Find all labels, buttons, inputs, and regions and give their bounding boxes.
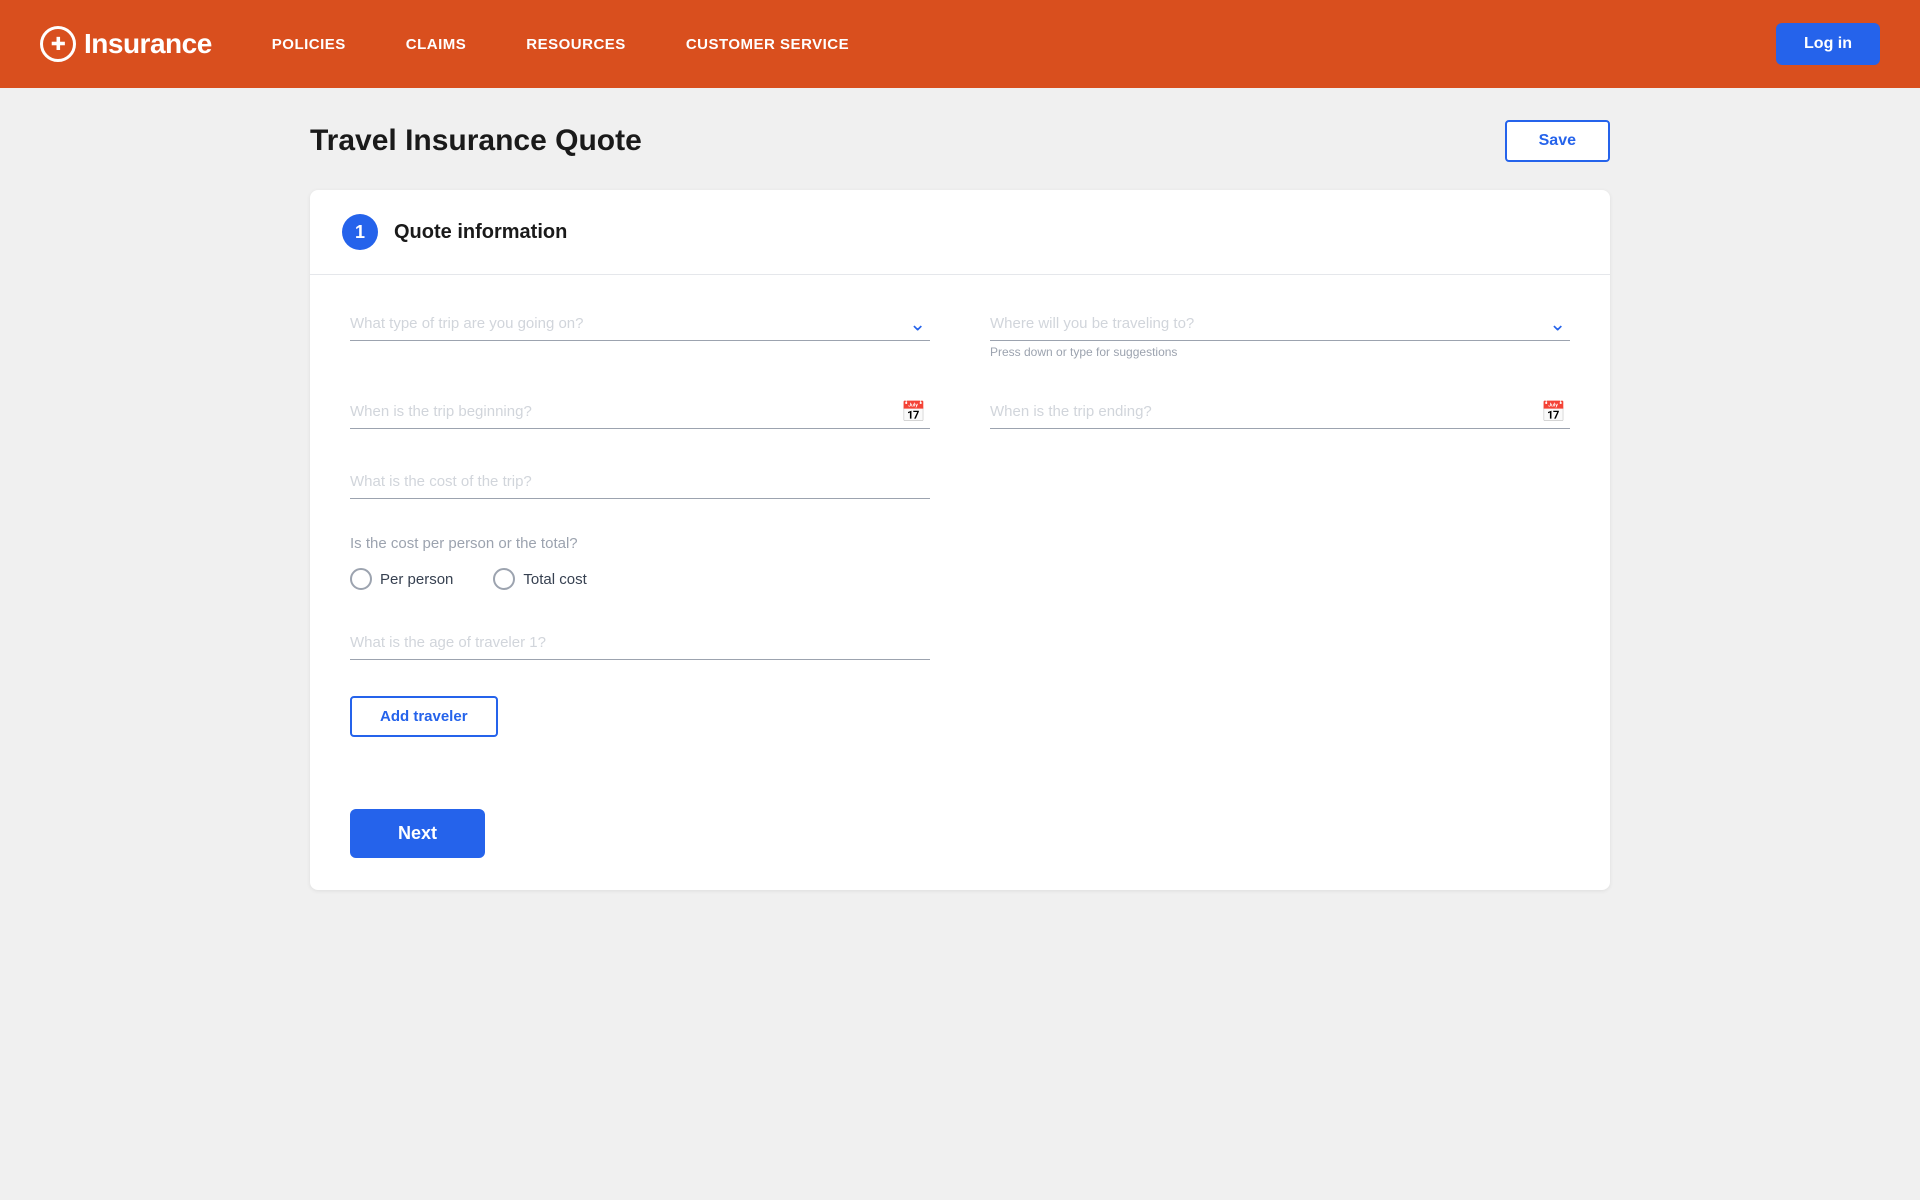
save-button[interactable]: Save [1505, 120, 1610, 162]
destination-hint: Press down or type for suggestions [990, 345, 1570, 359]
trip-start-wrapper: 📅 [350, 395, 930, 429]
logo-text: Insurance [84, 28, 212, 60]
logo[interactable]: ✚ Insurance [40, 26, 212, 62]
page-title: Travel Insurance Quote [310, 124, 642, 158]
login-button[interactable]: Log in [1776, 23, 1880, 65]
page-content: Travel Insurance Quote Save 1 Quote info… [270, 88, 1650, 922]
add-traveler-section: Add traveler [350, 696, 1570, 777]
destination-input[interactable] [990, 307, 1570, 341]
logo-icon: ✚ [40, 26, 76, 62]
destination-group: ⌄ Press down or type for suggestions [990, 307, 1570, 359]
radio-total-cost-circle [493, 568, 515, 590]
card-body: ⌄ ⌄ Press down or type for suggestions [310, 275, 1610, 890]
nav-policies[interactable]: POLICIES [272, 36, 346, 53]
card-header: 1 Quote information [310, 190, 1610, 275]
nav-claims[interactable]: CLAIMS [406, 36, 467, 53]
cost-type-group: Is the cost per person or the total? Per… [350, 535, 1570, 590]
destination-wrapper: ⌄ [990, 307, 1570, 341]
trip-cost-group [350, 465, 930, 499]
next-section: Next [350, 809, 1570, 858]
form-row-2: 📅 📅 [350, 395, 1570, 429]
trip-type-wrapper: ⌄ [350, 307, 930, 341]
quote-card: 1 Quote information ⌄ ⌄ Press down or [310, 190, 1610, 890]
trip-start-group: 📅 [350, 395, 930, 429]
radio-options: Per person Total cost [350, 568, 1570, 590]
radio-per-person-circle [350, 568, 372, 590]
trip-end-input[interactable] [990, 395, 1570, 429]
next-button[interactable]: Next [350, 809, 485, 858]
trip-type-input[interactable] [350, 307, 930, 341]
nav-resources[interactable]: RESOURCES [526, 36, 626, 53]
form-row-3 [350, 465, 1570, 499]
form-row-4 [350, 626, 1570, 660]
cost-type-question: Is the cost per person or the total? [350, 535, 1570, 552]
traveler-age-input[interactable] [350, 626, 930, 660]
trip-cost-input[interactable] [350, 465, 930, 499]
trip-end-group: 📅 [990, 395, 1570, 429]
trip-end-wrapper: 📅 [990, 395, 1570, 429]
page-header: Travel Insurance Quote Save [310, 120, 1610, 162]
header: ✚ Insurance POLICIES CLAIMS RESOURCES CU… [0, 0, 1920, 88]
form-row-1: ⌄ ⌄ Press down or type for suggestions [350, 307, 1570, 359]
trip-type-group: ⌄ [350, 307, 930, 359]
radio-per-person[interactable]: Per person [350, 568, 453, 590]
nav-customer-service[interactable]: CUSTOMER SERVICE [686, 36, 849, 53]
radio-total-cost[interactable]: Total cost [493, 568, 586, 590]
step-badge: 1 [342, 214, 378, 250]
trip-cost-wrapper [350, 465, 930, 499]
add-traveler-button[interactable]: Add traveler [350, 696, 498, 737]
trip-start-input[interactable] [350, 395, 930, 429]
radio-per-person-label: Per person [380, 571, 453, 588]
traveler-age-group [350, 626, 930, 660]
radio-total-cost-label: Total cost [523, 571, 586, 588]
main-nav: POLICIES CLAIMS RESOURCES CUSTOMER SERVI… [272, 36, 1776, 53]
card-title: Quote information [394, 221, 567, 244]
traveler-age-wrapper [350, 626, 930, 660]
